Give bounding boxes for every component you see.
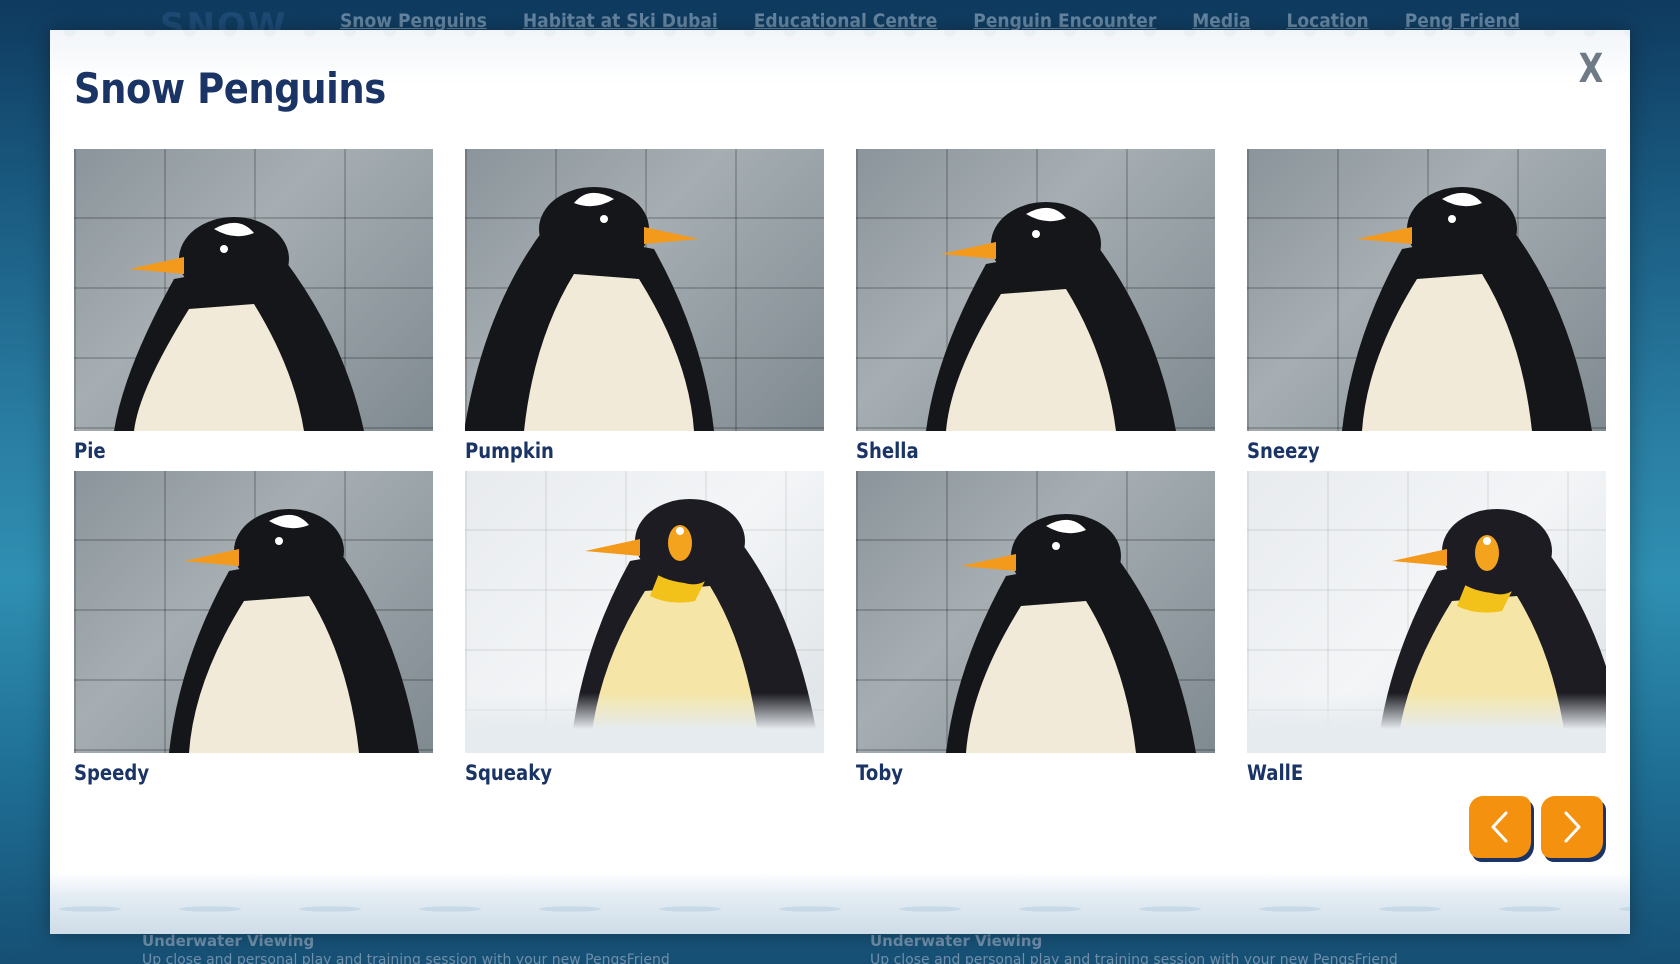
penguin-name[interactable]: Toby [856, 755, 1165, 791]
footer-right-block: Underwater Viewing Up close and personal… [870, 932, 1398, 964]
footer-left-desc: Up close and personal play and training … [142, 952, 670, 964]
penguin-name[interactable]: Shella [856, 433, 1165, 469]
gentoo-penguin-icon [169, 509, 419, 753]
nav-item-media[interactable]: Media [1192, 10, 1250, 32]
penguin-card[interactable]: WallE [1247, 471, 1606, 793]
penguins-modal: Snow Penguins X Pie Pumpkin Shella Sneez… [50, 30, 1630, 934]
penguin-card[interactable]: Pumpkin [465, 149, 824, 471]
penguin-photo[interactable] [1247, 149, 1606, 431]
penguin-name[interactable]: Sneezy [1247, 433, 1556, 469]
footer-left-title: Underwater Viewing [142, 932, 315, 950]
nav-item-penguin-encounter[interactable]: Penguin Encounter [973, 10, 1156, 32]
penguin-card[interactable]: Shella [856, 149, 1215, 471]
site-nav: Snow Penguins Habitat at Ski Dubai Educa… [340, 10, 1520, 32]
nav-item-habitat[interactable]: Habitat at Ski Dubai [523, 10, 718, 32]
penguin-name[interactable]: Pie [74, 433, 383, 469]
nav-item-educational-centre[interactable]: Educational Centre [754, 10, 938, 32]
penguin-photo[interactable] [74, 471, 433, 753]
footer-right-desc: Up close and personal play and training … [870, 952, 1398, 964]
snow-footer-decoration [50, 872, 1630, 934]
penguin-card[interactable]: Sneezy [1247, 149, 1606, 471]
penguin-photo[interactable] [856, 149, 1215, 431]
nav-item-snow-penguins[interactable]: Snow Penguins [340, 10, 487, 32]
penguin-photo[interactable] [465, 149, 824, 431]
close-button[interactable]: X [1577, 44, 1604, 94]
penguin-name[interactable]: Speedy [74, 755, 383, 791]
gentoo-penguin-icon [114, 217, 364, 431]
penguin-name[interactable]: WallE [1247, 755, 1556, 791]
penguin-name[interactable]: Pumpkin [465, 433, 774, 469]
penguin-card[interactable]: Squeaky [465, 471, 824, 793]
penguin-photo[interactable] [856, 471, 1215, 753]
gentoo-penguin-icon [465, 187, 714, 431]
penguin-card[interactable]: Toby [856, 471, 1215, 793]
king-penguin-icon [1377, 509, 1606, 753]
chevron-left-icon [1491, 811, 1508, 843]
penguin-grid: Pie Pumpkin Shella Sneezy Speedy Squeaky… [74, 149, 1606, 793]
footer-right-title: Underwater Viewing [870, 932, 1043, 950]
gentoo-penguin-icon [1342, 187, 1592, 431]
footer-left-block: Underwater Viewing Up close and personal… [142, 932, 670, 964]
penguin-card[interactable]: Speedy [74, 471, 433, 793]
modal-title: Snow Penguins [74, 64, 386, 113]
nav-item-peng-friend[interactable]: Peng Friend [1405, 10, 1520, 32]
penguin-photo[interactable] [1247, 471, 1606, 753]
gentoo-penguin-icon [946, 514, 1196, 753]
prev-button[interactable] [1469, 796, 1531, 858]
king-penguin-icon [570, 499, 820, 753]
penguin-photo[interactable] [74, 149, 433, 431]
nav-item-location[interactable]: Location [1286, 10, 1368, 32]
gentoo-penguin-icon [926, 202, 1176, 431]
next-button[interactable] [1541, 796, 1603, 858]
chevron-right-icon [1564, 811, 1581, 843]
penguin-name[interactable]: Squeaky [465, 755, 774, 791]
penguin-card[interactable]: Pie [74, 149, 433, 471]
penguin-photo[interactable] [465, 471, 824, 753]
